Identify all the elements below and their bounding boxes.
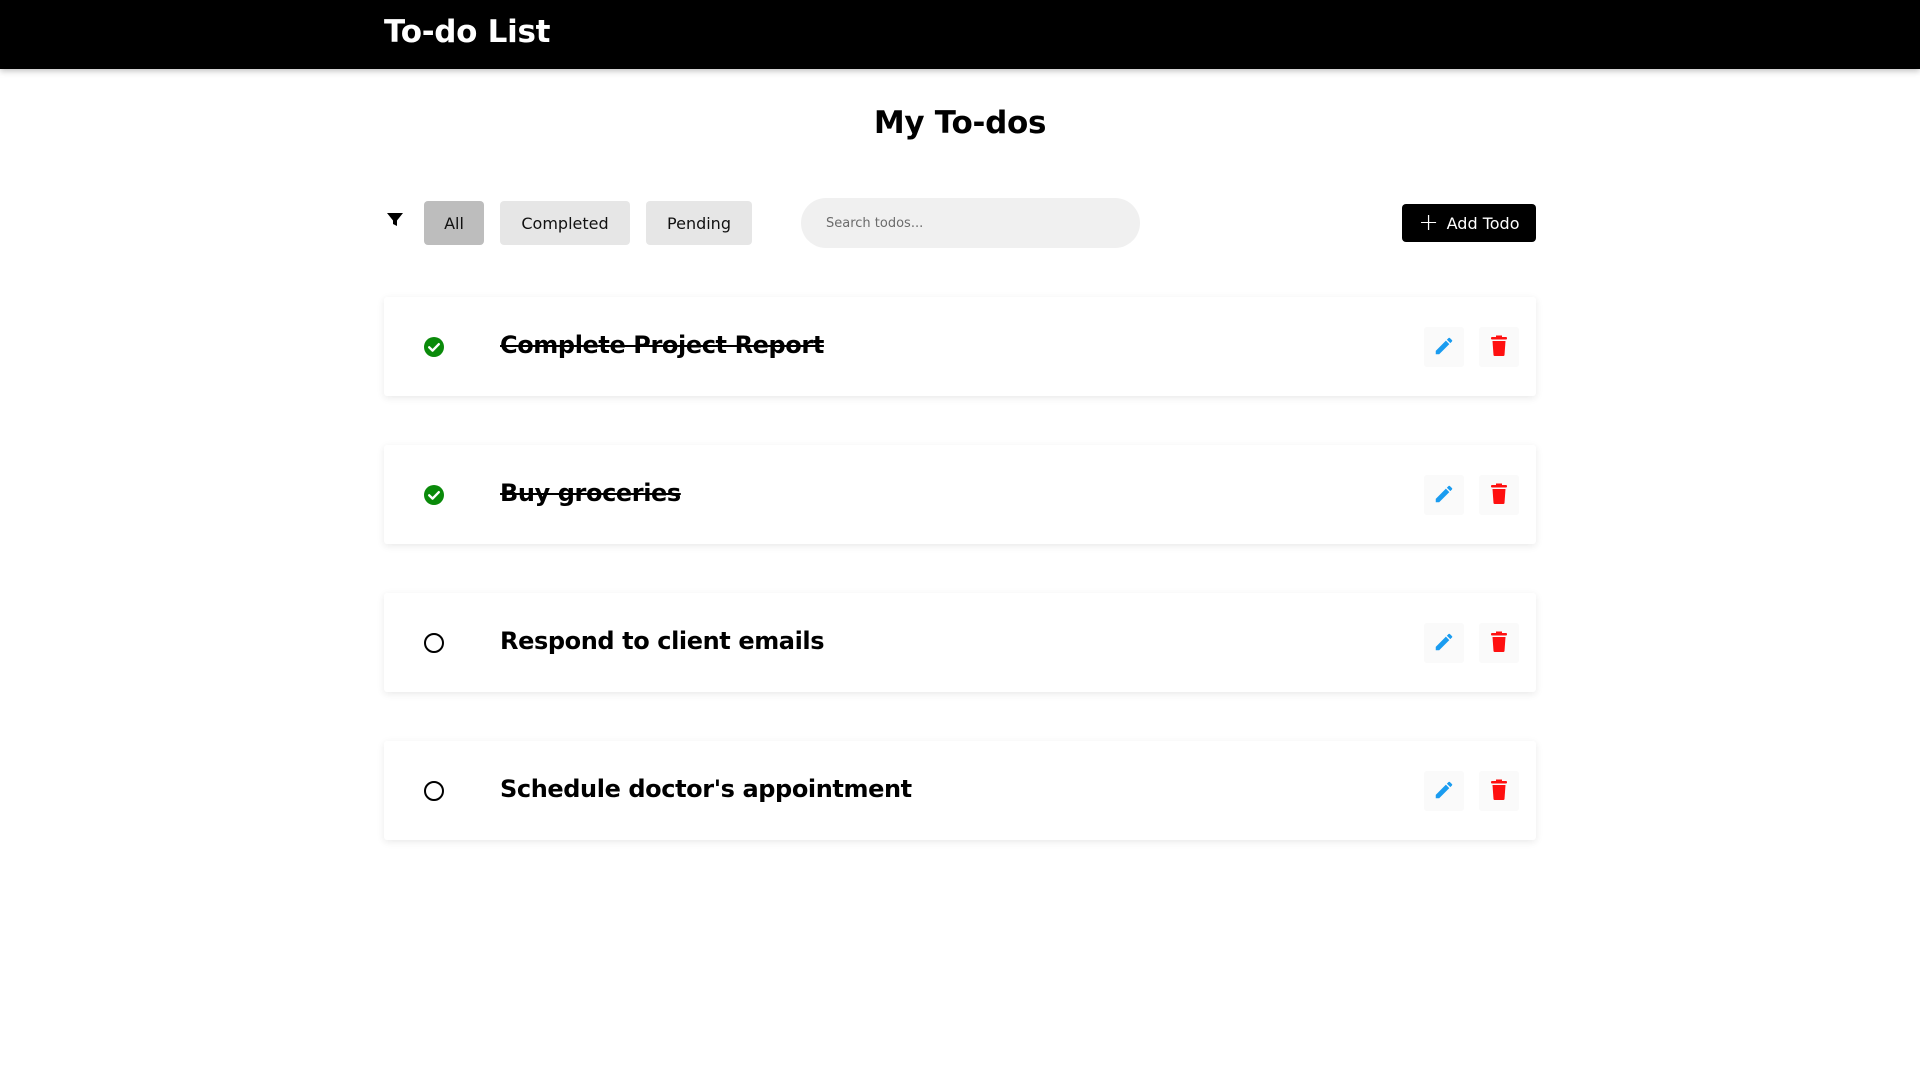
search-input[interactable]	[801, 198, 1140, 248]
delete-button[interactable]	[1479, 327, 1519, 367]
delete-button[interactable]	[1479, 623, 1519, 663]
filter-pending-button[interactable]: Pending	[646, 201, 752, 245]
pencil-icon	[1433, 335, 1455, 360]
todo-text: Respond to client emails	[500, 627, 825, 655]
todo-text: Complete Project Report	[500, 331, 824, 359]
todo-item: Schedule doctor's appointment	[384, 741, 1536, 840]
plus-icon: +	[1418, 207, 1439, 236]
todo-item: Buy groceries	[384, 445, 1536, 544]
delete-button[interactable]	[1479, 771, 1519, 811]
trash-icon	[1489, 631, 1509, 656]
edit-button[interactable]	[1424, 623, 1464, 663]
filter-completed-button[interactable]: Completed	[500, 201, 630, 245]
edit-button[interactable]	[1424, 475, 1464, 515]
add-todo-label: Add Todo	[1446, 213, 1520, 233]
add-todo-button[interactable]: + Add Todo	[1402, 204, 1536, 242]
todo-text: Buy groceries	[500, 479, 681, 507]
trash-icon	[1489, 335, 1509, 360]
toolbar: All Completed Pending + Add Todo	[384, 198, 1536, 248]
edit-button[interactable]	[1424, 327, 1464, 367]
todo-text: Schedule doctor's appointment	[500, 775, 912, 803]
empty-circle-icon[interactable]	[423, 780, 445, 802]
app-header: To-do List	[0, 0, 1920, 69]
delete-button[interactable]	[1479, 475, 1519, 515]
pencil-icon	[1433, 483, 1455, 508]
check-circle-icon[interactable]	[423, 336, 445, 358]
page-title: My To-dos	[873, 105, 1047, 141]
pencil-icon	[1433, 779, 1455, 804]
edit-button[interactable]	[1424, 771, 1464, 811]
todo-item: Respond to client emails	[384, 593, 1536, 692]
empty-circle-icon[interactable]	[423, 632, 445, 654]
app-title: To-do List	[384, 14, 551, 50]
todo-item: Complete Project Report	[384, 297, 1536, 396]
filter-icon	[386, 211, 404, 229]
trash-icon	[1489, 779, 1509, 804]
check-circle-icon[interactable]	[423, 484, 445, 506]
trash-icon	[1489, 483, 1509, 508]
pencil-icon	[1433, 631, 1455, 656]
filter-all-button[interactable]: All	[424, 201, 484, 245]
